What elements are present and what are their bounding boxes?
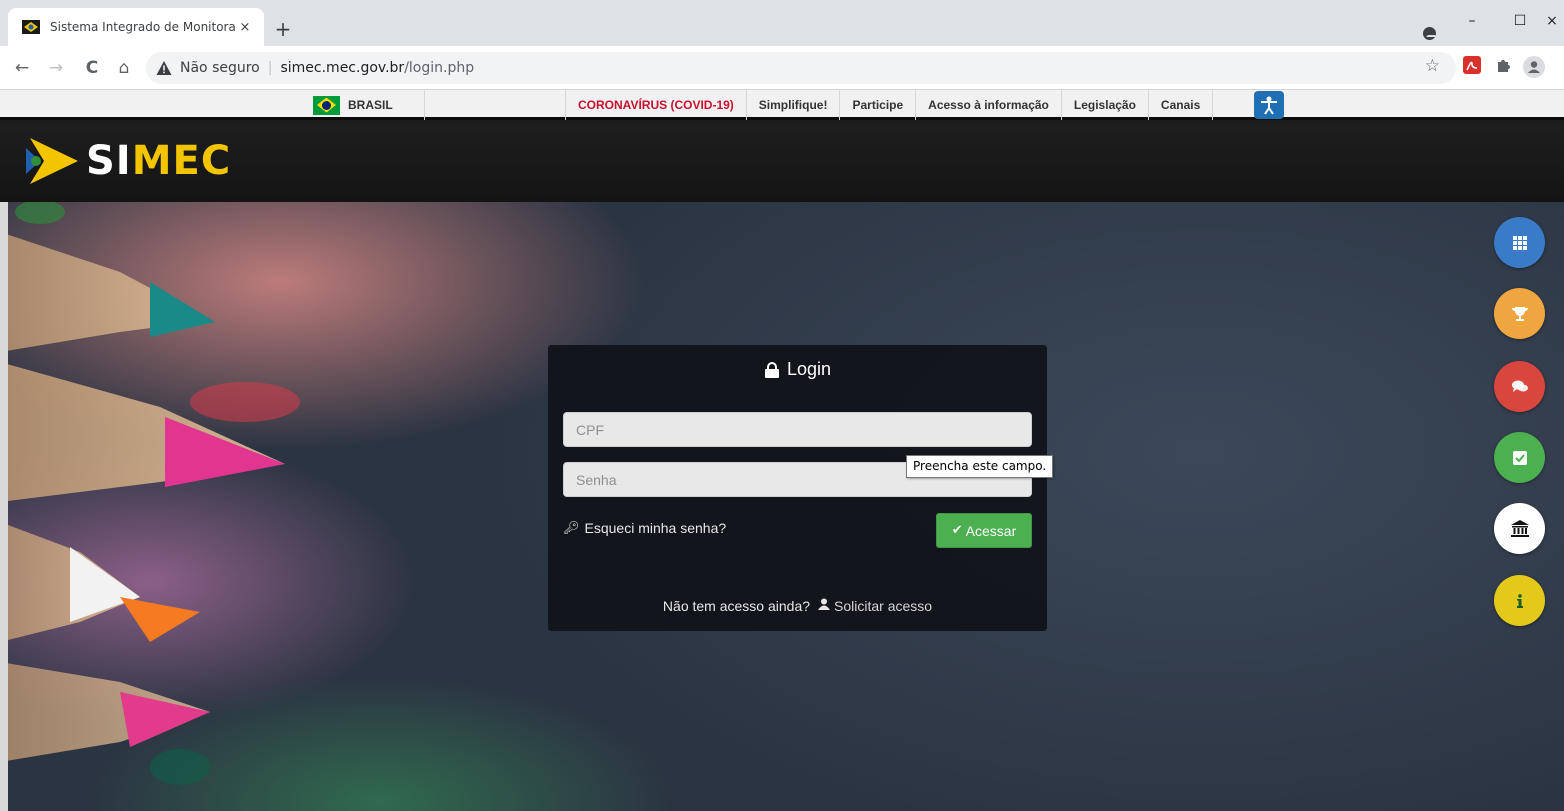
grid-icon bbox=[1512, 235, 1527, 250]
gov-brasil-label: BRASIL bbox=[348, 98, 393, 112]
gov-bar: BRASIL CORONAVÍRUS (COVID-19) Simplifiqu… bbox=[0, 90, 1564, 120]
request-access-row: Não tem acesso ainda? Solicitar acesso bbox=[548, 598, 1047, 614]
login-title: Login bbox=[786, 359, 832, 379]
info-button[interactable] bbox=[1494, 575, 1545, 626]
info-icon bbox=[1516, 593, 1524, 608]
institution-icon bbox=[1510, 519, 1529, 538]
tab-title: Sistema Integrado de Monitoram bbox=[50, 20, 236, 34]
chat-button[interactable] bbox=[1494, 361, 1545, 412]
login-panel: Login 🔑︎ Esqueci minha senha? ✔ Acessar … bbox=[548, 345, 1047, 631]
gov-links: CORONAVÍRUS (COVID-19) Simplifique! Part… bbox=[565, 90, 1214, 120]
security-status[interactable]: Não seguro bbox=[180, 60, 260, 76]
gov-link-participe[interactable]: Participe bbox=[840, 90, 917, 120]
brazil-flag-icon bbox=[313, 95, 340, 115]
media-icon[interactable] bbox=[1423, 27, 1437, 40]
forward-icon[interactable]: → bbox=[44, 56, 68, 80]
accessibility-icon[interactable] bbox=[1254, 91, 1284, 119]
back-icon[interactable]: ← bbox=[10, 56, 34, 80]
profile-avatar-icon[interactable] bbox=[1523, 56, 1545, 78]
simec-logo-text: SIMEC bbox=[86, 138, 231, 184]
gov-link-simplifique[interactable]: Simplifique! bbox=[747, 90, 841, 120]
left-edge-strip bbox=[0, 202, 8, 811]
extensions-puzzle-icon[interactable] bbox=[1493, 56, 1515, 78]
pdf-extension-icon[interactable] bbox=[1461, 56, 1483, 78]
simec-logo-mark-icon bbox=[26, 134, 80, 188]
bookmark-star-icon[interactable]: ☆ bbox=[1425, 56, 1440, 76]
app-header: SIMEC bbox=[0, 123, 1564, 202]
window-close-icon[interactable]: × bbox=[1540, 8, 1564, 38]
checklist-button[interactable] bbox=[1494, 432, 1545, 483]
flag-favicon-icon bbox=[22, 20, 40, 34]
request-access-link[interactable]: Solicitar acesso bbox=[834, 598, 932, 614]
address-bar[interactable]: Não seguro | simec.mec.gov.br /login.php… bbox=[146, 52, 1456, 84]
no-access-label: Não tem acesso ainda? bbox=[662, 598, 811, 614]
submit-label: Acessar bbox=[965, 522, 1017, 539]
new-tab-icon[interactable]: + bbox=[272, 18, 294, 40]
grid-menu-button[interactable] bbox=[1494, 217, 1545, 268]
gov-link-covid[interactable]: CORONAVÍRUS (COVID-19) bbox=[566, 90, 747, 120]
browser-toolbar: ← → C ⌂ Não seguro | simec.mec.gov.br /l… bbox=[0, 46, 1564, 90]
logo-mec: MEC bbox=[131, 138, 232, 184]
tab-close-icon[interactable]: × bbox=[236, 18, 254, 36]
gov-link-canais[interactable]: Canais bbox=[1149, 90, 1214, 120]
url-path: /login.php bbox=[404, 60, 475, 76]
lock-icon bbox=[764, 361, 780, 378]
key-icon: 🔑︎ bbox=[563, 520, 580, 536]
institution-button[interactable] bbox=[1494, 503, 1545, 554]
browser-tab-strip: Sistema Integrado de Monitoram × + – ☐ × bbox=[0, 0, 1564, 46]
maximize-icon[interactable]: ☐ bbox=[1500, 8, 1540, 38]
forgot-password-link[interactable]: 🔑︎ Esqueci minha senha? bbox=[563, 520, 726, 536]
logo-si: SI bbox=[86, 138, 132, 184]
cpf-input[interactable] bbox=[563, 412, 1032, 447]
forgot-password-label: Esqueci minha senha? bbox=[584, 520, 727, 536]
trophy-icon bbox=[1511, 306, 1528, 322]
reload-icon[interactable]: C bbox=[80, 56, 104, 80]
gov-brasil-link[interactable]: BRASIL bbox=[313, 90, 425, 120]
user-icon bbox=[818, 598, 831, 614]
validation-tooltip: Preencha este campo. bbox=[906, 455, 1054, 478]
trophy-button[interactable] bbox=[1494, 288, 1545, 339]
home-icon[interactable]: ⌂ bbox=[112, 56, 136, 80]
gov-link-legislacao[interactable]: Legislação bbox=[1062, 90, 1149, 120]
omnibox-separator: | bbox=[267, 60, 273, 76]
minimize-icon[interactable]: – bbox=[1452, 8, 1492, 38]
url-domain: simec.mec.gov.br bbox=[280, 60, 405, 76]
chat-icon bbox=[1511, 380, 1528, 394]
check-icon: ✔ bbox=[951, 523, 963, 538]
browser-tab[interactable]: Sistema Integrado de Monitoram × bbox=[8, 8, 264, 46]
checkbox-icon bbox=[1512, 450, 1527, 465]
simec-logo[interactable]: SIMEC bbox=[26, 133, 231, 189]
login-submit-button[interactable]: ✔ Acessar bbox=[936, 513, 1032, 548]
login-title-row: Login bbox=[548, 359, 1047, 380]
gov-link-acesso-informacao[interactable]: Acesso à informação bbox=[916, 90, 1062, 120]
warning-icon[interactable] bbox=[156, 60, 172, 76]
